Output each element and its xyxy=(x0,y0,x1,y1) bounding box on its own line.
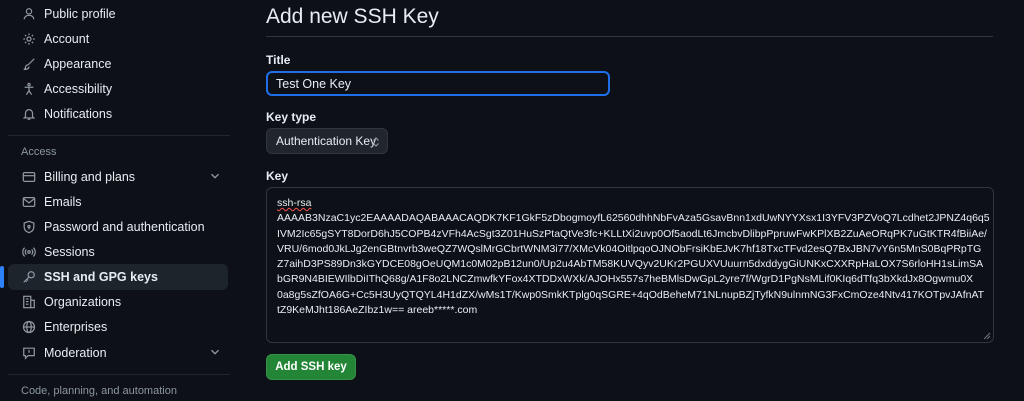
sidebar-item-label: Organizations xyxy=(44,295,122,309)
globe-icon xyxy=(21,319,37,335)
sidebar-item-label: Billing and plans xyxy=(44,170,136,184)
sidebar-item-label: Public profile xyxy=(44,7,116,21)
active-indicator xyxy=(0,266,4,288)
shield-lock-icon xyxy=(21,219,37,235)
sidebar-item-label: Notifications xyxy=(44,107,113,121)
sidebar-item-moderation[interactable]: Moderation xyxy=(8,340,228,366)
organization-icon xyxy=(21,294,37,310)
sidebar-item-billing[interactable]: Billing and plans xyxy=(8,164,228,190)
sidebar-divider xyxy=(8,135,230,136)
key-line: bGR9N4BIEWIlbDiIThQ68g/A1F8o2LNCZmwfkYFo… xyxy=(277,273,974,286)
key-label: Key xyxy=(266,169,289,183)
chevron-down-icon[interactable] xyxy=(208,345,222,359)
page-title: Add new SSH Key xyxy=(266,5,439,28)
key-line: IVM2Ic65gSYT8DorD6hJ5COPB4zVFh4AcSgt3Z01… xyxy=(277,227,987,240)
accessibility-icon xyxy=(21,81,37,97)
key-textarea[interactable]: ssh-rsa AAAAB3NzaC1yc2EAAAADAQABAAACAQDK… xyxy=(266,187,994,343)
key-icon xyxy=(21,269,37,285)
resize-handle-icon[interactable] xyxy=(983,332,991,340)
mail-icon xyxy=(21,194,37,210)
key-line: Z7aihD3PS89Dn3kGYDCE08gOeUQM1c0M02pB12un… xyxy=(277,258,984,271)
sidebar-section-access: Access xyxy=(21,146,57,158)
person-icon xyxy=(21,6,37,22)
select-arrows-icon xyxy=(373,137,379,147)
bell-icon xyxy=(21,106,37,122)
sidebar-item-organizations[interactable]: Organizations xyxy=(8,289,228,315)
sidebar-item-label: Moderation xyxy=(44,346,107,360)
report-icon xyxy=(21,345,37,361)
gear-icon xyxy=(21,31,37,47)
key-type-select[interactable]: Authentication Key xyxy=(266,128,388,154)
sidebar-item-notifications[interactable]: Notifications xyxy=(8,101,228,127)
sidebar-item-accessibility[interactable]: Accessibility xyxy=(8,76,228,102)
key-type-value: Authentication Key xyxy=(276,134,377,148)
sidebar-item-label: Emails xyxy=(44,195,82,209)
sidebar-section-code-planning: Code, planning, and automation xyxy=(21,385,177,397)
sidebar-divider xyxy=(8,374,230,375)
key-line: AAAAB3NzaC1yc2EAAAADAQABAAACAQDK7KF1GkF5… xyxy=(277,212,990,225)
sidebar-item-label: Appearance xyxy=(44,57,112,71)
key-line: tZ9KeMJht186AeZIbz1w== areeb*****.com xyxy=(277,304,478,317)
sidebar-item-label: Accessibility xyxy=(44,82,113,96)
sidebar-item-account[interactable]: Account xyxy=(8,26,228,52)
sidebar-item-label: Enterprises xyxy=(44,320,108,334)
sidebar-item-label: Password and authentication xyxy=(44,220,205,234)
paintbrush-icon xyxy=(21,56,37,72)
credit-card-icon xyxy=(21,169,37,185)
ssh-key-form: Add new SSH Key Title Key type Authentic… xyxy=(266,0,994,401)
key-type-label: Key type xyxy=(266,110,317,124)
sidebar-item-emails[interactable]: Emails xyxy=(8,189,228,215)
key-line: ssh-rsa xyxy=(277,197,312,209)
broadcast-icon xyxy=(21,244,37,260)
sidebar-item-sessions[interactable]: Sessions xyxy=(8,239,228,265)
key-line: 0a8g5sZfOA6G+Cc5H3UyQTQYL4H1dZX/wMs1T/Kw… xyxy=(277,288,985,301)
sidebar-item-password[interactable]: Password and authentication xyxy=(8,214,228,240)
sidebar-item-label: SSH and GPG keys xyxy=(44,270,158,284)
sidebar-item-appearance[interactable]: Appearance xyxy=(8,51,228,77)
sidebar-item-enterprises[interactable]: Enterprises xyxy=(8,314,228,340)
sidebar-item-label: Sessions xyxy=(44,245,95,259)
settings-sidebar: Public profile Account Appearance Access… xyxy=(0,0,240,401)
sidebar-item-public-profile[interactable]: Public profile xyxy=(8,1,228,27)
title-label: Title xyxy=(266,53,291,67)
chevron-down-icon[interactable] xyxy=(208,169,222,183)
key-line: VRU/6mod0JkLJg2enGBtnvrb3weQZ7WQslMrGCbr… xyxy=(277,242,982,255)
title-input[interactable] xyxy=(266,71,610,96)
sidebar-item-label: Account xyxy=(44,32,90,46)
add-ssh-key-button[interactable]: Add SSH key xyxy=(266,354,356,380)
sidebar-item-ssh-gpg-keys[interactable]: SSH and GPG keys xyxy=(0,264,228,290)
title-divider xyxy=(266,36,993,37)
